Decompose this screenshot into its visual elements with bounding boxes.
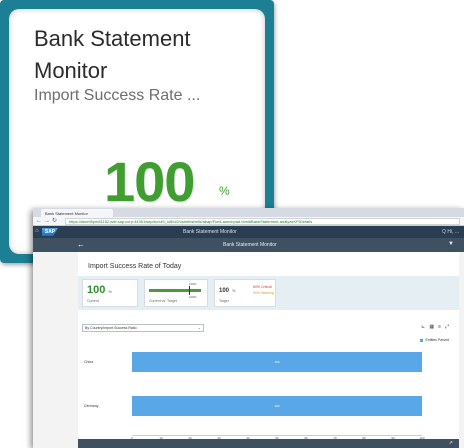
- chart-legend: Entities Parsed: [420, 338, 449, 342]
- fiori-shell-bar: ⌂ SAP Bank Statement Monitor Q Hi, ...: [33, 226, 464, 238]
- category-label: Germany: [84, 404, 99, 408]
- legend-swatch: [420, 338, 424, 342]
- forward-arrow-icon[interactable]: →: [44, 217, 50, 226]
- kpi-card-comparison[interactable]: 100% 100% Current vs. Target: [144, 279, 208, 307]
- tile-subtitle: Import Success Rate ...: [34, 87, 201, 104]
- back-arrow-icon[interactable]: ←: [36, 217, 42, 226]
- home-icon[interactable]: ⌂: [35, 228, 39, 234]
- legend-label: Entities Parsed: [425, 338, 449, 342]
- progress-bar: [149, 289, 201, 292]
- target-marker: [189, 286, 190, 295]
- fullscreen-icon[interactable]: ⤢: [445, 324, 453, 330]
- kpi-card-target[interactable]: 100% 80% Critical 90% Warning Target: [214, 279, 276, 307]
- category-label: China: [84, 360, 94, 364]
- sap-logo: SAP: [42, 228, 58, 236]
- back-icon[interactable]: ←: [77, 240, 85, 249]
- app-title: Bank Statement Monitor: [223, 242, 277, 248]
- data-label: 100: [274, 360, 280, 364]
- dimension-select-value: By Country/Import Success Ratio: [85, 326, 137, 330]
- url-field[interactable]: https://ldcmf5pm81162.wdf.sap.corp:44361…: [65, 218, 460, 225]
- chevron-down-icon: ⌄: [197, 325, 201, 330]
- kpi-comparison-label: Current vs. Target: [149, 299, 177, 303]
- kpi-target-value: 100%: [219, 288, 236, 294]
- address-bar: ← → ↻ https://ldcmf5pm81162.wdf.sap.corp…: [33, 217, 464, 226]
- table-view-icon[interactable]: ▦: [429, 324, 438, 330]
- kpi-target-unit: %: [232, 288, 236, 293]
- kpi-current-value: 100%: [87, 284, 112, 296]
- tile-title: Bank Statement Monitor: [34, 26, 191, 83]
- tile-kpi-unit: %: [219, 184, 230, 198]
- bar-chart: China 100 Germany 100 0 10 20 30 40 50 60 70 80 90 100: [78, 344, 459, 444]
- data-label: 100: [274, 404, 280, 408]
- page-title: Import Success Rate of Today: [88, 263, 182, 270]
- target-text: 100%: [189, 282, 197, 286]
- shell-user-area[interactable]: Q Hi, ...: [442, 229, 459, 235]
- kpi-current-label: Current: [87, 299, 99, 303]
- browser-window: Bank Statement Monitor ← → ↻ https://ldc…: [33, 208, 464, 448]
- kpi-target-label: Target: [219, 299, 229, 303]
- share-icon[interactable]: ⇗: [449, 440, 453, 446]
- kpi-card-current[interactable]: 100% Current: [82, 279, 138, 307]
- app-footer: ⇗: [78, 439, 459, 448]
- threshold-warning: 90% Warning: [253, 291, 274, 295]
- app-header: ← Bank Statement Monitor ▼: [33, 238, 464, 252]
- chart-toolbar: ⊾▦≡⤢: [421, 324, 453, 330]
- shell-title: Bank Statement Monitor: [183, 229, 237, 235]
- kpi-strip: 100% Current 100% 100% Current vs. Targe…: [78, 276, 459, 310]
- list-icon[interactable]: ≡: [438, 324, 445, 330]
- browser-tab-bar: Bank Statement Monitor: [33, 208, 464, 217]
- threshold-critical: 80% Critical: [253, 285, 272, 289]
- app-content: Import Success Rate of Today 100% Curren…: [78, 252, 459, 448]
- reload-icon[interactable]: ↻: [52, 217, 57, 226]
- stage: Bank Statement Monitor Import Success Ra…: [0, 0, 464, 448]
- kpi-current-unit: %: [108, 289, 112, 294]
- dimension-select[interactable]: By Country/Import Success Ratio ⌄: [82, 324, 204, 332]
- current-text: 100%: [189, 295, 197, 299]
- filter-icon[interactable]: ▼: [448, 241, 454, 247]
- tile-kpi-value: 100: [104, 150, 195, 213]
- browser-tab[interactable]: Bank Statement Monitor: [41, 209, 113, 217]
